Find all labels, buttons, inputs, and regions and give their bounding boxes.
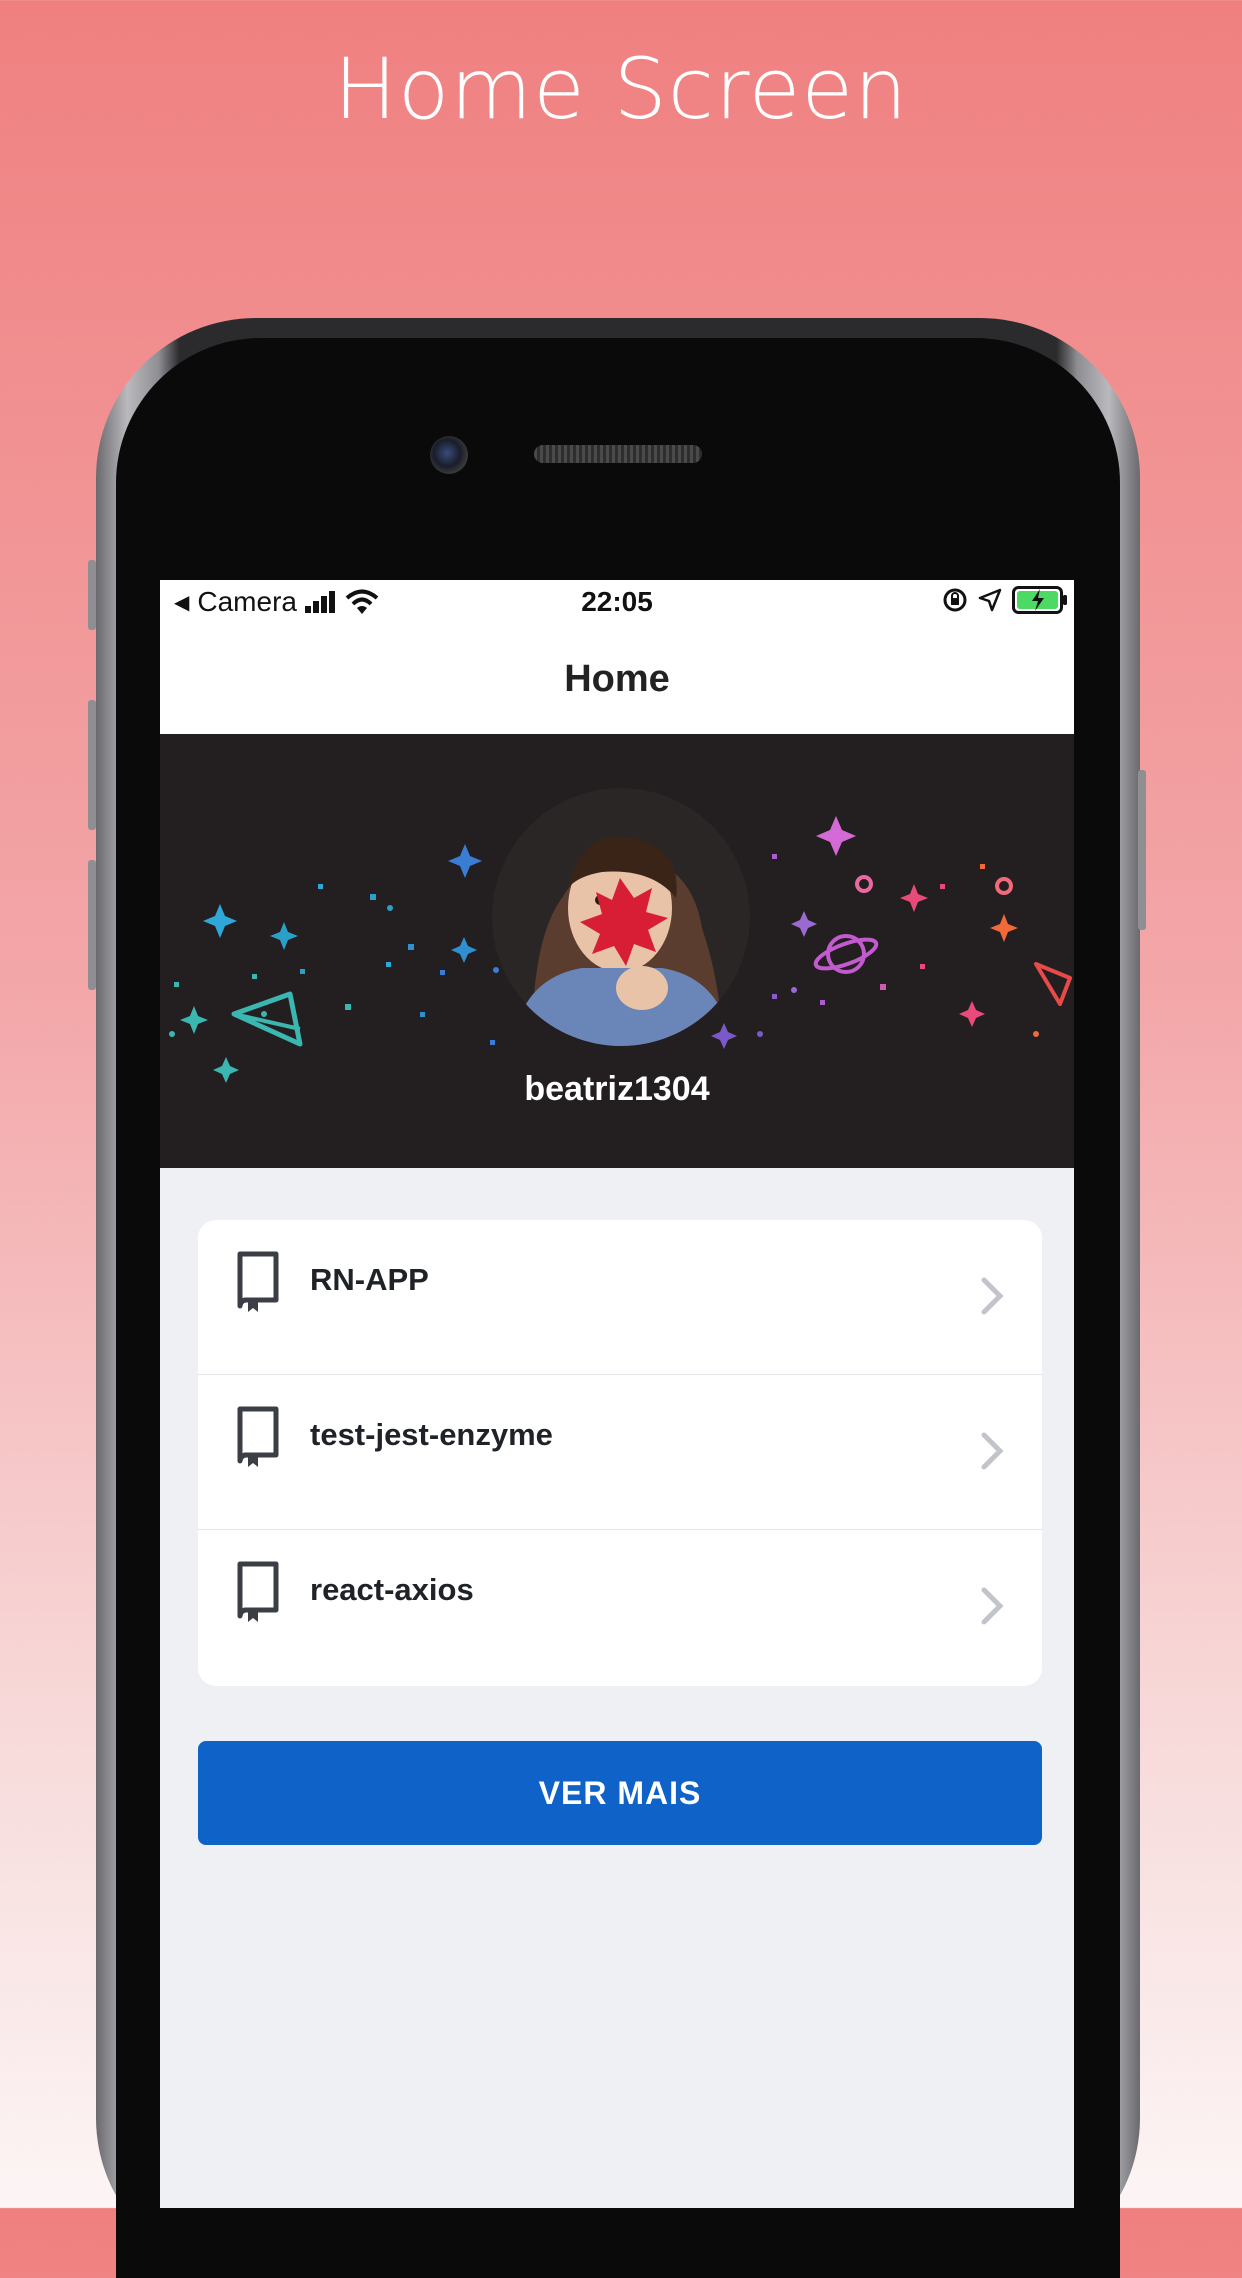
earpiece-speaker (534, 445, 702, 463)
repo-list-item[interactable]: test-jest-enzyme (198, 1375, 1042, 1530)
repo-book-icon (237, 1406, 279, 1467)
phone-side-button (88, 560, 96, 630)
chevron-right-icon (981, 1432, 1004, 1470)
repo-list-item[interactable]: react-axios (198, 1530, 1042, 1685)
phone-volume-up-button (88, 700, 96, 830)
orientation-lock-icon (943, 588, 967, 612)
chevron-right-icon (981, 1277, 1004, 1315)
chevron-right-icon (981, 1587, 1004, 1625)
avatar[interactable] (492, 788, 750, 1046)
phone-power-button (1138, 770, 1146, 930)
username: beatriz1304 (524, 1070, 710, 1108)
app-screen: ◀ Camera 22:05 Home beatriz1304 RN-APP t… (160, 580, 1074, 2208)
page-title: Home (564, 657, 670, 700)
repo-list-item[interactable]: RN-APP (198, 1220, 1042, 1375)
front-camera (430, 436, 468, 474)
battery-charging-icon (1012, 586, 1067, 614)
phone-volume-down-button (88, 860, 96, 990)
nav-bar: Home (160, 624, 1074, 734)
avatar-photo (492, 788, 750, 1046)
sparkle-decoration-left (169, 844, 499, 1083)
repo-book-icon (237, 1561, 279, 1622)
repo-book-icon (237, 1251, 279, 1312)
repo-name: RN-APP (310, 1262, 429, 1297)
location-icon (978, 588, 1002, 612)
status-bar: ◀ Camera 22:05 (160, 580, 1074, 624)
sparkle-decoration-right (711, 816, 1072, 1049)
see-more-button[interactable]: VER MAIS (198, 1741, 1042, 1845)
repo-name: test-jest-enzyme (310, 1417, 553, 1452)
status-time: 22:05 (581, 586, 653, 617)
profile-header: beatriz1304 (160, 734, 1074, 1168)
page-headline: Home Screen (333, 40, 909, 138)
repo-list: RN-APP test-jest-enzyme react-axios (198, 1220, 1042, 1686)
repo-name: react-axios (310, 1572, 474, 1607)
